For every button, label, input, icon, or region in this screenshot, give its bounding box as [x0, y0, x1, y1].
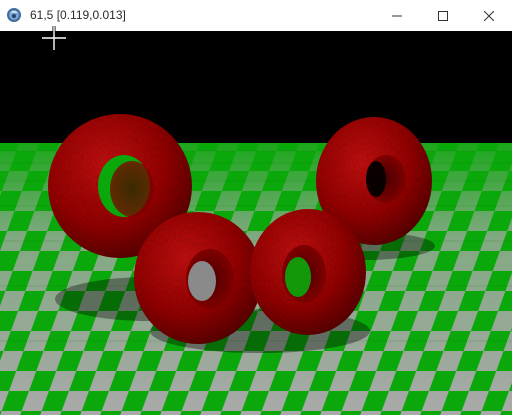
torus-front-left — [134, 212, 262, 344]
close-button[interactable] — [466, 0, 512, 31]
maximize-button[interactable] — [420, 0, 466, 31]
rendered-scene[interactable] — [0, 31, 512, 415]
window-title: 61,5 [0.119,0.013] — [30, 8, 126, 22]
minimize-button[interactable] — [374, 0, 420, 31]
render-viewport[interactable] — [0, 31, 512, 415]
torus-front-right — [250, 209, 366, 335]
maximize-icon — [438, 10, 448, 21]
sky — [0, 31, 512, 143]
application-window: 61,5 [0.119,0.013] — [0, 0, 512, 415]
title-bar[interactable]: 61,5 [0.119,0.013] — [0, 0, 512, 31]
app-sphere-icon[interactable] — [6, 7, 22, 23]
minimize-icon — [392, 15, 402, 16]
close-icon — [484, 10, 494, 21]
